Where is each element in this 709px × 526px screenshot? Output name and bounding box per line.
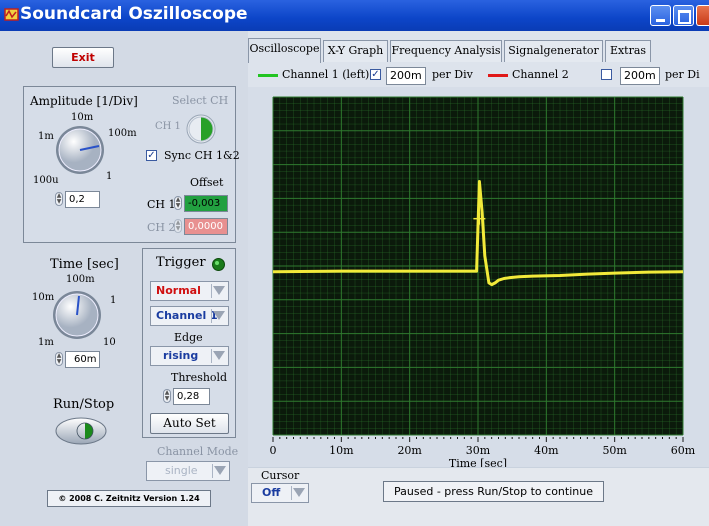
x-tick-label: 0 (270, 444, 277, 457)
cursor-dropdown[interactable]: Off (251, 483, 309, 503)
amp-tick-left-upper: 1m (38, 131, 54, 142)
amplitude-knob[interactable] (54, 124, 106, 176)
trigger-edge-value: rising (163, 349, 199, 362)
channel-mode-value: single (165, 464, 198, 477)
chevron-down-icon (213, 286, 225, 295)
tab-oscilloscope[interactable]: Oscilloscope (248, 38, 321, 63)
ch2-enable-checkbox[interactable] (601, 69, 612, 80)
run-stop-button[interactable] (55, 417, 107, 445)
ch1-per-div-label: per Div (432, 68, 473, 81)
tab-xy-graph[interactable]: X-Y Graph (323, 40, 388, 62)
channel-mode-dropdown[interactable]: single (146, 461, 230, 481)
app-icon (4, 7, 19, 22)
ch2-label: Channel 2 (512, 68, 569, 81)
ch1-label: Channel 1 (left) (282, 68, 370, 81)
time-knob[interactable] (51, 289, 103, 341)
trigger-led-icon (212, 258, 225, 271)
scope-chart[interactable]: 0 10m 20m 30m 40m 50m 60m Time [sec] (248, 87, 709, 470)
x-tick-label: 50m (602, 444, 627, 457)
amplitude-spinner[interactable]: ▲ ▼ (55, 192, 63, 206)
minimize-icon (656, 19, 665, 22)
time-value-field[interactable]: 60m (65, 351, 100, 368)
ch2-legend-line (488, 74, 508, 77)
offset-ch1-field[interactable]: -0,003 (184, 195, 228, 212)
time-tick-right-upper: 1 (110, 295, 117, 306)
offset-ch1-spinner[interactable]: ▲ ▼ (174, 196, 182, 210)
time-tick-top: 100m (66, 274, 95, 285)
chevron-down-icon (213, 351, 225, 360)
time-title: Time [sec] (50, 257, 119, 272)
chevron-down-icon (213, 311, 225, 320)
select-ch-title: Select CH (172, 94, 229, 107)
trigger-mode-value: Normal (156, 284, 201, 297)
cursor-value: Off (262, 486, 281, 499)
trigger-edge-dropdown[interactable]: rising (150, 346, 229, 366)
ch1-legend-line (258, 74, 278, 77)
ch2-div-field[interactable]: 200m (620, 67, 660, 85)
tab-frequency-analysis[interactable]: Frequency Analysis (390, 40, 502, 62)
threshold-spinner[interactable]: ▲ ▼ (163, 389, 171, 403)
trigger-channel-value: Channel 1 (156, 309, 218, 322)
window-title: Soundcard Oszilloscope (20, 4, 248, 24)
x-tick-label: 10m (329, 444, 354, 457)
trigger-channel-dropdown[interactable]: Channel 1 (150, 306, 229, 326)
oscilloscope-plot: 0 10m 20m 30m 40m 50m 60m Time [sec] (248, 87, 709, 470)
amplitude-title: Amplitude [1/Div] (30, 94, 138, 108)
threshold-title: Threshold (171, 371, 228, 384)
copyright-label: © 2008 C. Zeitnitz Version 1.24 (47, 490, 211, 507)
x-axis-title: Time [sec] (449, 457, 507, 467)
tab-extras[interactable]: Extras (605, 40, 651, 62)
auto-set-button[interactable]: Auto Set (150, 413, 229, 434)
chevron-down-icon (214, 466, 226, 475)
offset-ch2-label: CH 2 (147, 221, 176, 234)
offset-ch2-field[interactable]: 0,0000 (184, 218, 228, 235)
ch2-per-div-label: per Di (665, 68, 700, 81)
threshold-field[interactable]: 0,28 (173, 388, 210, 405)
amp-tick-left-lower: 100u (33, 175, 59, 186)
maximize-icon (678, 10, 691, 24)
x-tick-label: 20m (397, 444, 422, 457)
time-spinner[interactable]: ▲ ▼ (55, 352, 63, 366)
sync-label: Sync CH 1&2 (164, 149, 240, 162)
tab-signalgenerator[interactable]: Signalgenerator (504, 40, 603, 62)
trigger-mode-dropdown[interactable]: Normal (150, 281, 229, 301)
x-tick-label: 60m (671, 444, 696, 457)
exit-button[interactable]: Exit (52, 47, 114, 68)
amp-tick-right-upper: 100m (108, 128, 137, 139)
maximize-button[interactable] (673, 5, 694, 26)
channel-mode-title: Channel Mode (157, 445, 239, 458)
trigger-title: Trigger (156, 255, 206, 270)
ch1-enable-checkbox[interactable]: ✓ (370, 69, 381, 80)
status-message: Paused - press Run/Stop to continue (383, 481, 604, 502)
x-tick-label: 40m (534, 444, 559, 457)
sync-checkbox[interactable]: ✓ (146, 150, 157, 161)
offset-ch1-label: CH 1 (147, 198, 176, 211)
cursor-title: Cursor (261, 469, 300, 482)
ch1-div-field[interactable]: 200m (386, 67, 426, 85)
amplitude-value-field[interactable]: 0,2 (65, 191, 100, 208)
select-ch1-label: CH 1 (155, 121, 181, 132)
run-stop-title: Run/Stop (53, 397, 115, 412)
x-tick-label: 30m (466, 444, 491, 457)
amp-tick-right-lower: 1 (106, 171, 113, 182)
edge-title: Edge (174, 331, 203, 344)
offset-ch2-spinner[interactable]: ▲ ▼ (174, 219, 182, 233)
minimize-button[interactable] (650, 5, 671, 26)
close-button[interactable] (696, 5, 709, 26)
offset-title: Offset (190, 176, 224, 189)
time-tick-right-lower: 10 (103, 337, 116, 348)
amp-tick-top: 10m (71, 112, 94, 123)
chevron-down-icon (293, 488, 305, 497)
select-ch-toggle[interactable] (186, 114, 216, 144)
